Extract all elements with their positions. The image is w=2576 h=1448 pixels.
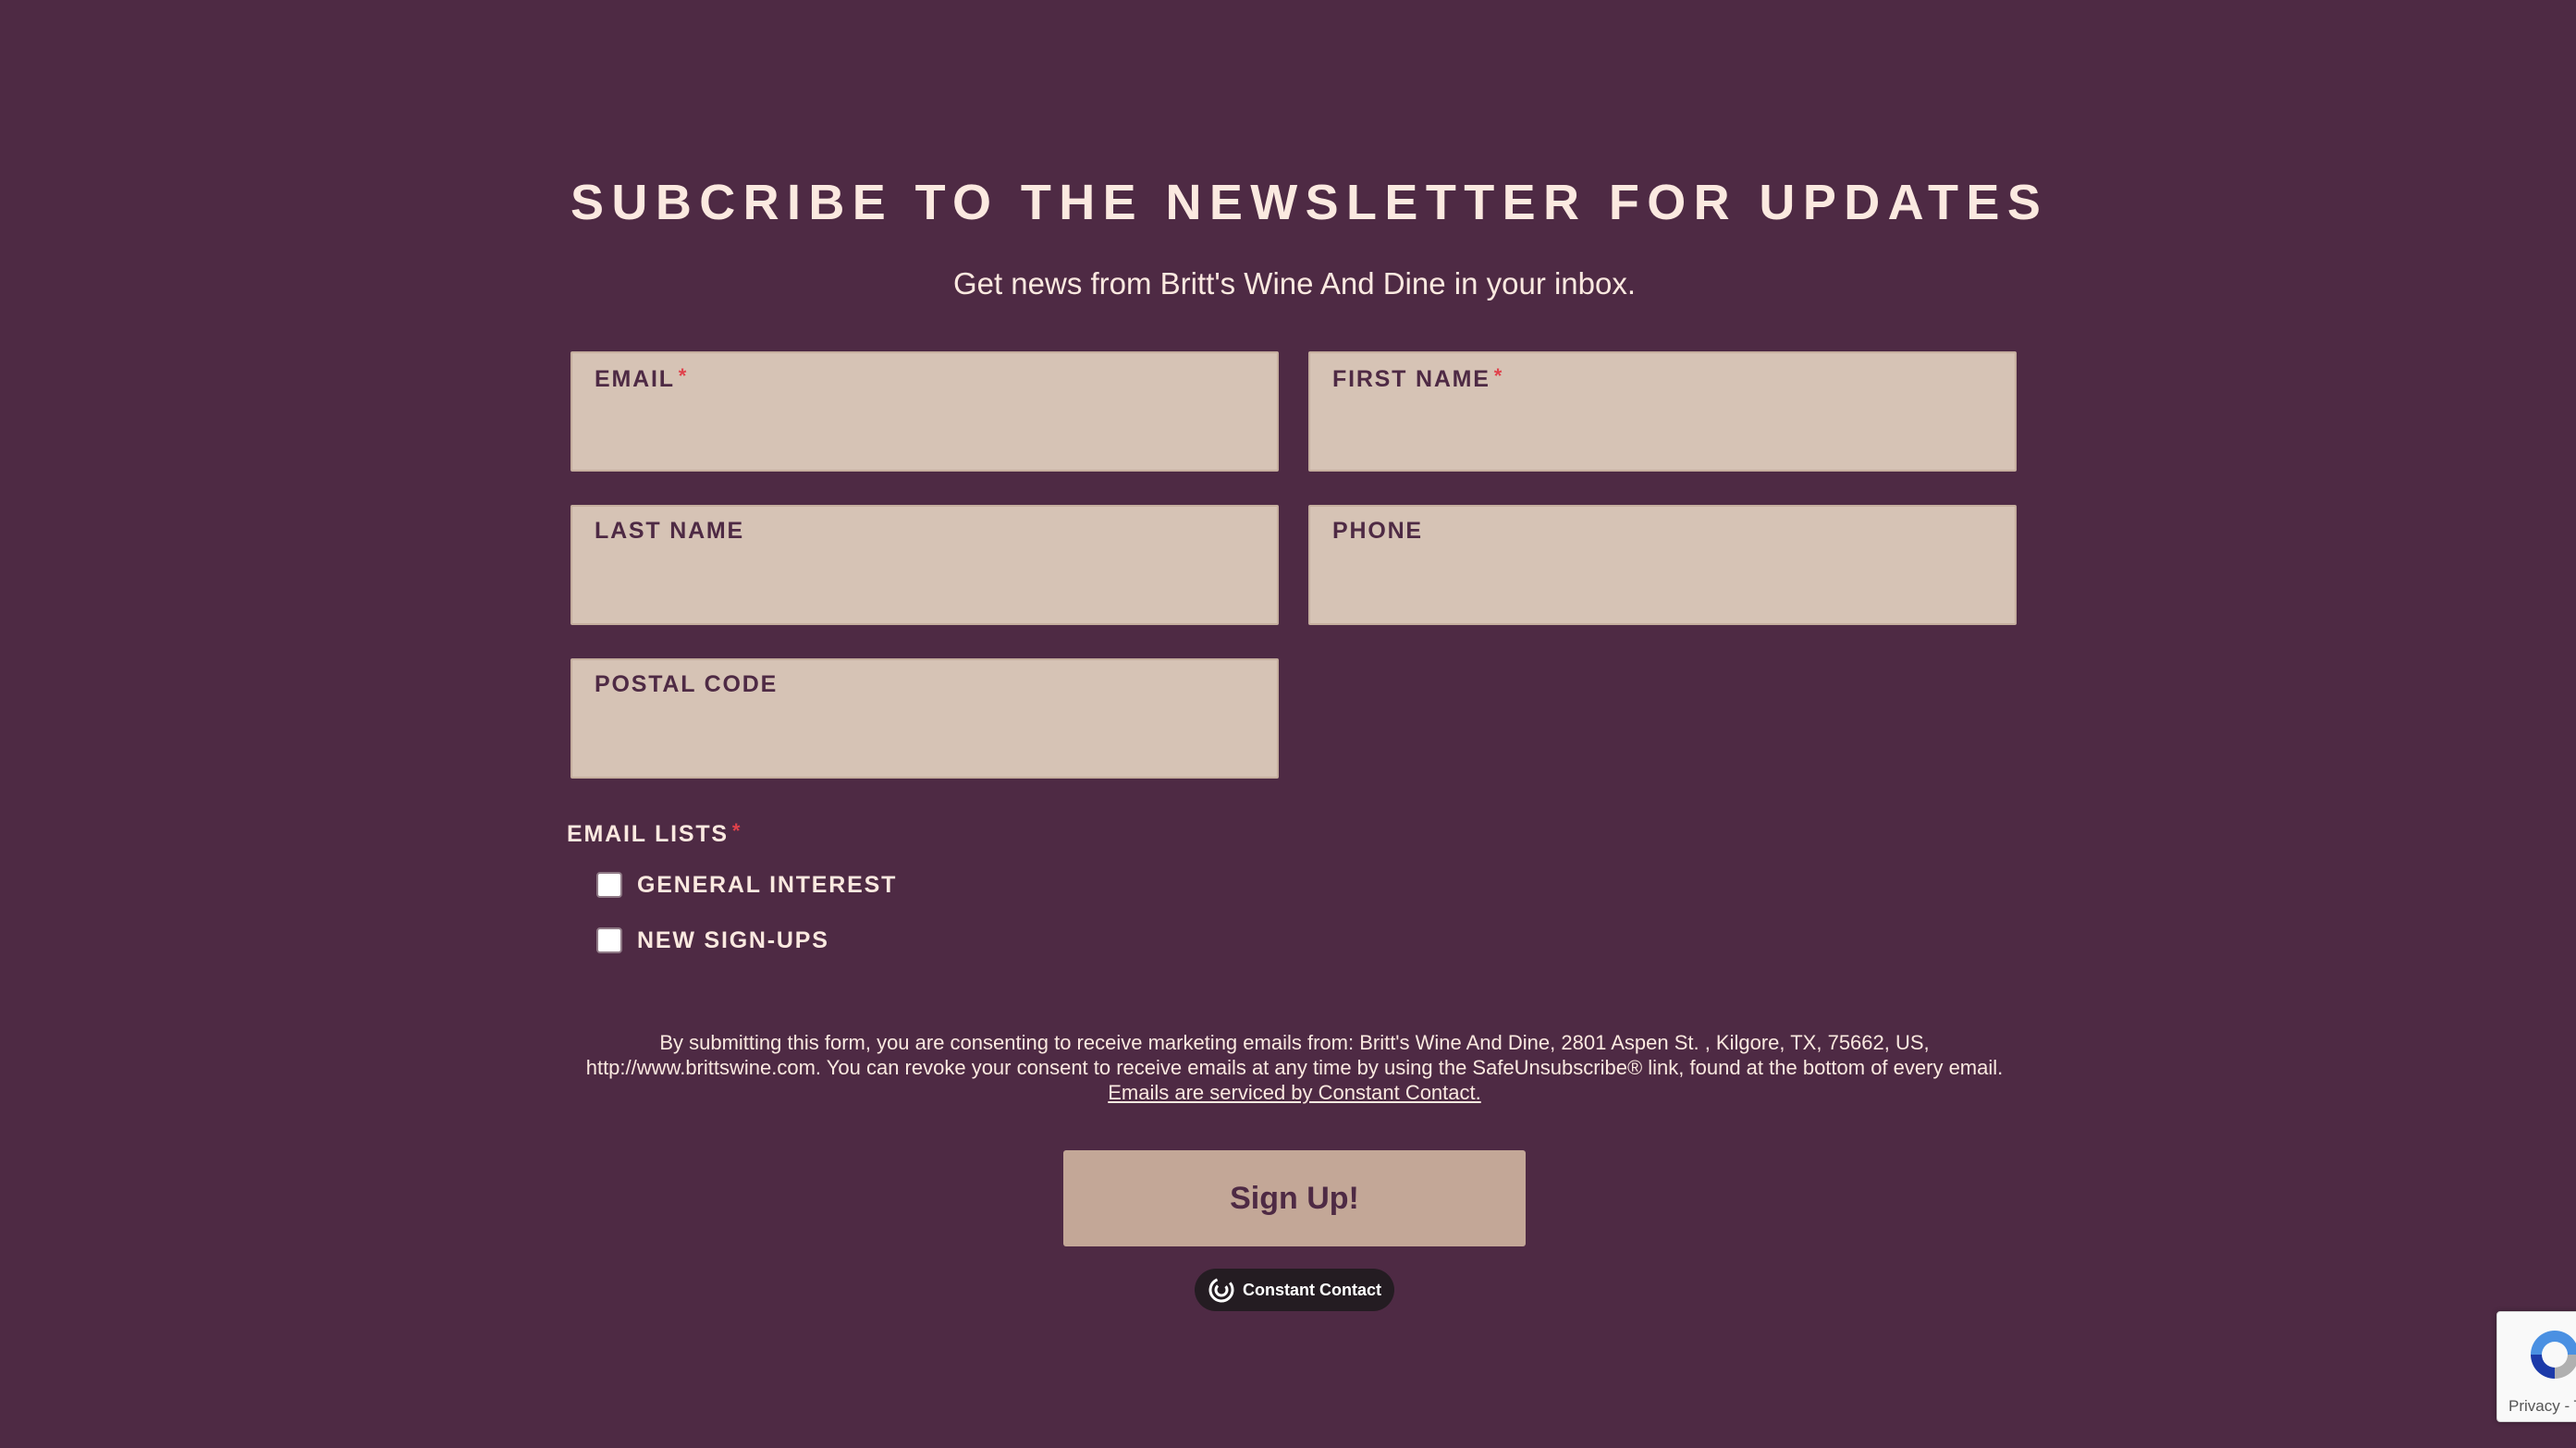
email-input[interactable] <box>595 405 1255 455</box>
form-title: SUBCRIBE TO THE NEWSLETTER FOR UPDATES <box>570 175 2049 230</box>
required-mark: * <box>731 819 742 842</box>
first-name-input[interactable] <box>1332 405 1993 455</box>
consent-text: By submitting this form, you are consent… <box>570 1030 2018 1105</box>
new-sign-ups-label[interactable]: NEW SIGN-UPS <box>637 927 829 954</box>
general-interest-checkbox[interactable] <box>596 872 622 898</box>
postal-code-input[interactable] <box>595 712 1255 762</box>
last-name-field[interactable]: LAST NAME <box>570 505 1279 625</box>
required-mark: * <box>678 364 689 387</box>
first-name-field[interactable]: FIRST NAME * <box>1308 351 2017 472</box>
constant-contact-service-link[interactable]: Emails are serviced by Constant Contact. <box>570 1080 2018 1105</box>
new-sign-ups-option[interactable]: NEW SIGN-UPS <box>596 925 829 956</box>
constant-contact-badge[interactable]: Constant Contact <box>1195 1269 1394 1311</box>
general-interest-option[interactable]: GENERAL INTEREST <box>596 869 897 901</box>
phone-field[interactable]: PHONE <box>1308 505 2017 625</box>
postal-code-field-label: POSTAL CODE <box>595 671 779 697</box>
required-mark: * <box>1493 364 1504 387</box>
general-interest-label[interactable]: GENERAL INTEREST <box>637 872 897 899</box>
last-name-input[interactable] <box>595 558 1255 608</box>
form-subtitle: Get news from Britt's Wine And Dine in y… <box>952 266 1637 301</box>
constant-contact-badge-text: Constant Contact <box>1243 1280 1381 1299</box>
postal-code-field[interactable]: POSTAL CODE <box>570 658 1279 779</box>
new-sign-ups-checkbox[interactable] <box>596 927 622 953</box>
first-name-field-label: FIRST NAME * <box>1332 364 1504 392</box>
recaptcha-privacy-terms-link[interactable]: Privacy - T <box>2509 1397 2576 1416</box>
email-lists-label: EMAIL LISTS * <box>567 819 742 847</box>
email-field[interactable]: EMAIL * <box>570 351 1279 472</box>
phone-input[interactable] <box>1332 558 1993 608</box>
consent-line-1: By submitting this form, you are consent… <box>659 1031 1930 1054</box>
phone-field-label: PHONE <box>1332 518 1423 544</box>
email-field-label: EMAIL * <box>595 364 689 392</box>
constant-contact-logo-icon <box>1208 1277 1234 1303</box>
recaptcha-logo-icon <box>2531 1331 2576 1379</box>
last-name-field-label: LAST NAME <box>595 518 745 544</box>
sign-up-button[interactable]: Sign Up! <box>1063 1150 1526 1246</box>
consent-line-2: http://www.brittswine.com. You can revok… <box>585 1056 2004 1079</box>
recaptcha-badge[interactable]: Privacy - T <box>2496 1311 2576 1422</box>
